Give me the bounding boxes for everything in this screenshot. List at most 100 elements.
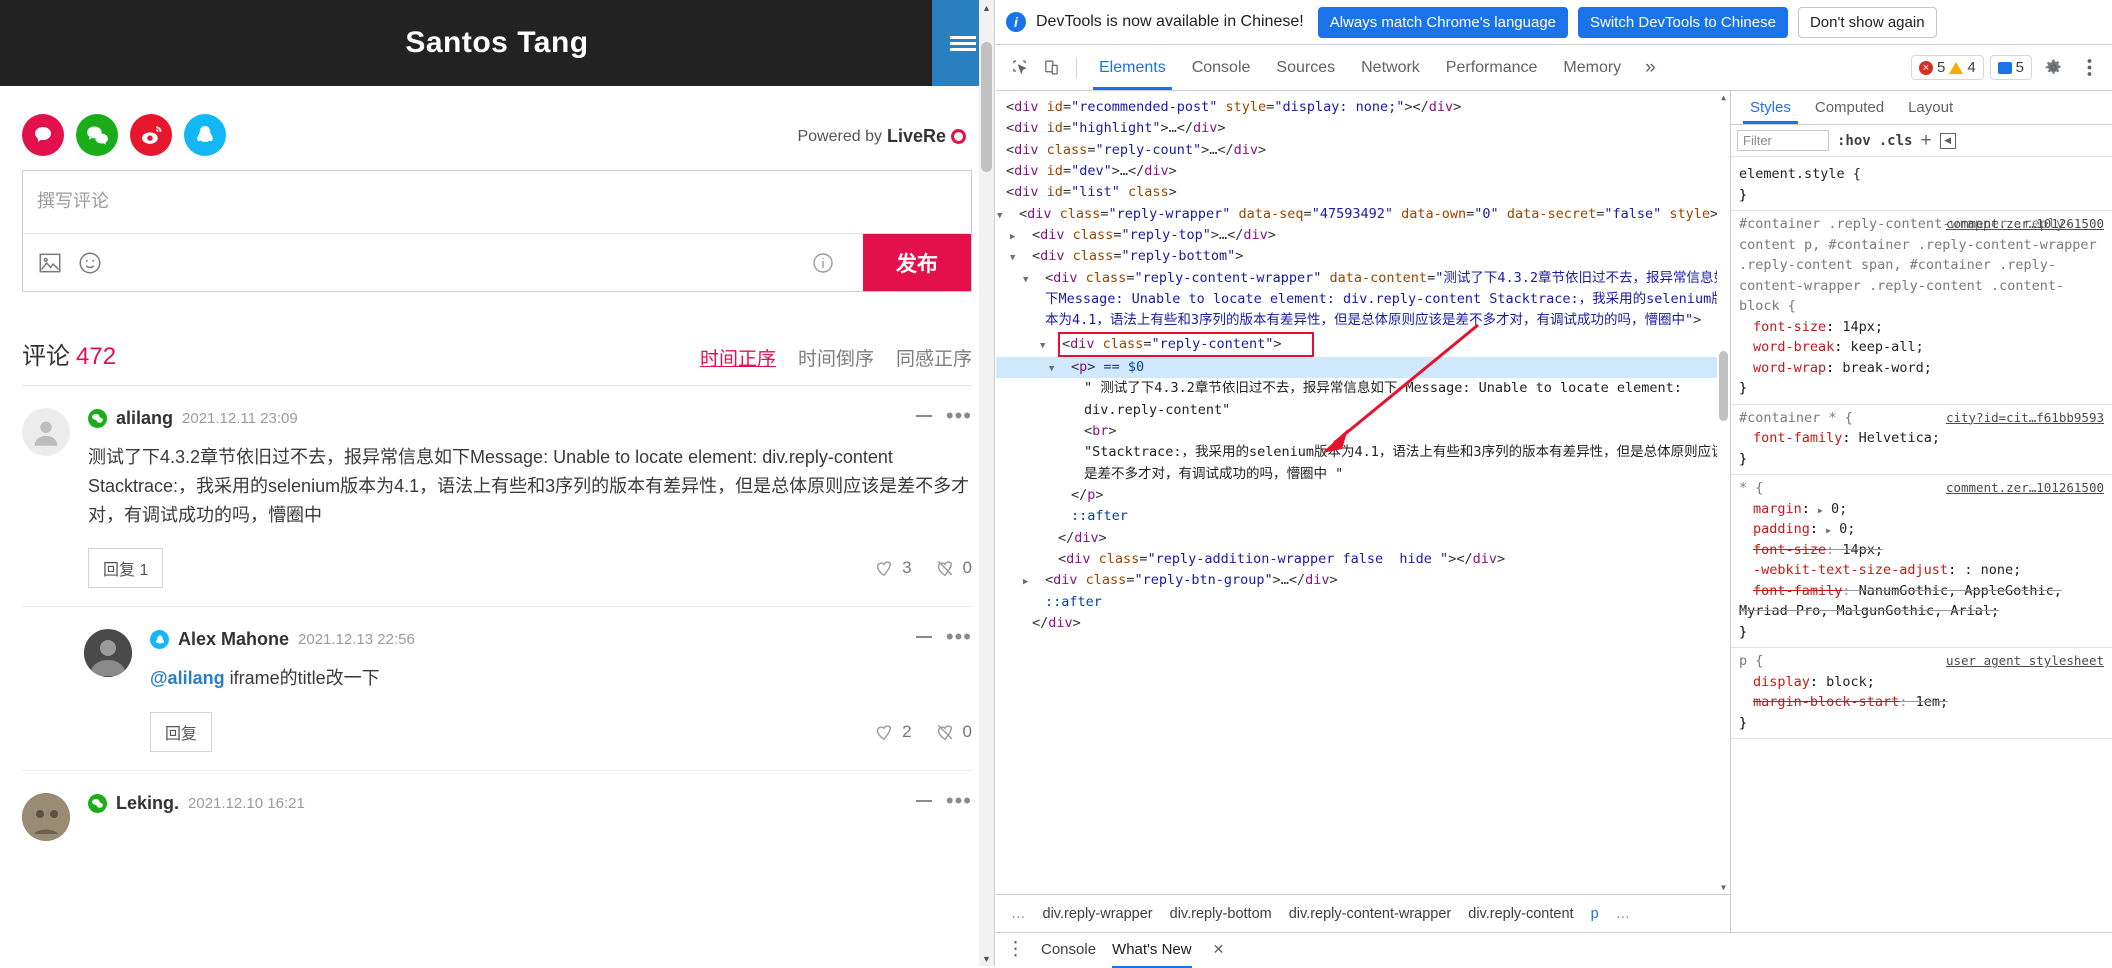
style-selector[interactable]: element.style {	[1739, 164, 2104, 185]
styles-rules-list[interactable]: element.style {} comment.zer…101261500 #co…	[1731, 157, 2112, 932]
publish-button[interactable]: 发布	[863, 234, 971, 291]
more-tabs-icon[interactable]: »	[1635, 57, 1666, 79]
dom-node[interactable]: </div>	[996, 528, 1730, 549]
collapse-icon[interactable]	[915, 636, 932, 639]
mention-link[interactable]: @alilang	[150, 668, 225, 688]
style-property[interactable]: display: block;	[1739, 672, 2104, 693]
tab-styles[interactable]: Styles	[1739, 91, 1802, 124]
comment-author[interactable]: Leking.	[116, 793, 179, 814]
emoji-icon[interactable]	[77, 250, 103, 276]
styles-filter-input[interactable]: Filter	[1737, 130, 1829, 151]
collapse-icon[interactable]	[915, 415, 932, 417]
message-counter[interactable]: 5	[1989, 55, 2032, 80]
page-scrollbar[interactable]: ▲ ▼	[979, 0, 994, 966]
style-rule[interactable]: element.style {}	[1731, 161, 2112, 212]
comment-author[interactable]: Alex Mahone	[178, 629, 289, 650]
style-source-link[interactable]: comment.zer…101261500	[1946, 478, 2104, 497]
dom-node[interactable]: "Stacktrace:，我采用的selenium版本为4.1，语法上有些和3序…	[996, 442, 1730, 485]
style-property[interactable]: -webkit-text-size-adjust: : none;	[1739, 560, 2104, 581]
avatar[interactable]	[22, 408, 70, 456]
dom-node[interactable]: <div class="reply-addition-wrapper false…	[996, 549, 1730, 570]
more-options-icon[interactable]: •••	[946, 626, 972, 648]
breadcrumb-item[interactable]: p	[1584, 903, 1606, 925]
dom-node[interactable]: ▶<div id="dev">…</div>	[996, 161, 1730, 182]
dom-node[interactable]: ▶ <div class="reply-btn-group">…</div>	[996, 570, 1730, 591]
dom-node[interactable]: ▼ <div class="reply-bottom">	[996, 246, 1730, 267]
device-toolbar-icon[interactable]	[1036, 53, 1066, 83]
wechat-login-icon[interactable]	[76, 114, 118, 156]
tab-sources[interactable]: Sources	[1264, 45, 1347, 90]
dom-scroll-up-arrow[interactable]: ▲	[1717, 91, 1730, 104]
dom-scrollbar-thumb[interactable]	[1719, 351, 1728, 421]
collapse-sidebar-icon[interactable]: ◀	[1939, 132, 1956, 149]
comment-input[interactable]: 撰写评论	[23, 171, 971, 233]
style-rule[interactable]: city?id=cit…f61bb9593 #container * {font-…	[1731, 405, 2112, 476]
dom-node[interactable]: <br>	[996, 421, 1730, 442]
style-rule[interactable]: user agent stylesheet p {display: block; m…	[1731, 648, 2112, 740]
hover-state-toggle[interactable]: :hov	[1837, 133, 1871, 149]
tab-memory[interactable]: Memory	[1551, 45, 1633, 90]
dom-node[interactable]: ▶ <div class="reply-top">…</div>	[996, 225, 1730, 246]
dislike-button[interactable]: 0	[934, 721, 972, 743]
gear-icon[interactable]	[2038, 53, 2068, 83]
powered-by-livere[interactable]: Powered by LiveRe	[797, 126, 966, 147]
more-options-icon[interactable]: •••	[946, 789, 972, 811]
style-source-link[interactable]: comment.zer…101261500	[1946, 214, 2104, 233]
style-property[interactable]: margin-block-start: 1em;	[1739, 692, 2104, 713]
style-property[interactable]: word-break: keep-all;	[1739, 337, 2104, 358]
qq-login-icon[interactable]	[184, 114, 226, 156]
tab-elements[interactable]: Elements	[1087, 45, 1178, 90]
dom-scroll-down-arrow[interactable]: ▼	[1717, 881, 1730, 894]
dom-node[interactable]: " 测试了下4.3.2章节依旧过不去，报异常信息如下 Message: Unab…	[996, 378, 1730, 421]
dom-node[interactable]: </p>	[996, 485, 1730, 506]
like-button[interactable]: 3	[873, 557, 912, 579]
style-source-link[interactable]: city?id=cit…f61bb9593	[1946, 408, 2104, 427]
collapse-icon[interactable]	[915, 799, 932, 802]
style-property[interactable]: font-family: Helvetica;	[1739, 428, 2104, 449]
like-button[interactable]: 2	[873, 721, 912, 743]
style-rule[interactable]: comment.zer…101261500 * {margin: ▶ 0; padd…	[1731, 475, 2112, 649]
weibo-login-icon[interactable]	[130, 114, 172, 156]
livere-login-icon[interactable]	[22, 114, 64, 156]
breadcrumb-item[interactable]: …	[1609, 903, 1638, 925]
dom-node[interactable]: ▼ <div class="reply-content-wrapper" data…	[996, 268, 1730, 332]
dom-node[interactable]: <div id="recommended-post" style="displa…	[996, 97, 1730, 118]
breadcrumb-item[interactable]: …	[1004, 903, 1033, 925]
sort-time-asc[interactable]: 时间正序	[700, 344, 776, 371]
breadcrumb-item[interactable]: div.reply-content-wrapper	[1282, 903, 1459, 925]
style-property[interactable]: word-wrap: break-word;	[1739, 358, 2104, 379]
scroll-down-arrow[interactable]: ▼	[979, 951, 994, 966]
dom-node[interactable]: ▼<div id="list" class>	[996, 182, 1730, 203]
image-icon[interactable]	[37, 250, 63, 276]
drawer-tab-whats-new[interactable]: What's New	[1112, 941, 1192, 968]
dom-node[interactable]: ::after	[996, 506, 1730, 527]
error-warning-counter[interactable]: × 5 4	[1910, 55, 1984, 80]
new-style-rule-button[interactable]: +	[1920, 130, 1931, 152]
style-rule[interactable]: comment.zer…101261500 #container .reply-c…	[1731, 211, 2112, 405]
style-property[interactable]: font-size: 14px;	[1739, 317, 2104, 338]
dom-node[interactable]: ▶<div class="reply-count">…</div>	[996, 140, 1730, 161]
inspect-element-icon[interactable]	[1004, 53, 1034, 83]
style-property[interactable]: font-family: NanumGothic, AppleGothic, M…	[1739, 581, 2104, 622]
close-icon[interactable]: ✕	[1213, 941, 1225, 958]
tab-network[interactable]: Network	[1349, 45, 1432, 90]
dom-node[interactable]: </div>	[996, 613, 1730, 634]
breadcrumb-item[interactable]: div.reply-wrapper	[1036, 903, 1160, 925]
dom-node[interactable]: ▼ <p> == $0	[996, 356, 1730, 379]
dom-node[interactable]: ▶<div id="highlight">…</div>	[996, 118, 1730, 139]
sort-likes[interactable]: 同感正序	[896, 344, 972, 371]
dom-scrollbar[interactable]: ▲ ▼	[1717, 91, 1730, 894]
scrollbar-thumb[interactable]	[981, 42, 992, 172]
style-property[interactable]: margin: ▶ 0;	[1739, 499, 2104, 520]
scroll-up-arrow[interactable]: ▲	[979, 0, 994, 15]
drawer-tab-console[interactable]: Console	[1041, 941, 1096, 958]
kebab-menu-icon[interactable]	[2074, 53, 2104, 83]
switch-to-chinese-button[interactable]: Switch DevTools to Chinese	[1578, 6, 1788, 38]
kebab-menu-icon[interactable]: ⋮	[1006, 940, 1025, 959]
dom-node[interactable]: ::after	[996, 592, 1730, 613]
style-property[interactable]: font-size: 14px;	[1739, 540, 2104, 561]
dom-node[interactable]: ▼ <div class="reply-wrapper" data-seq="47…	[996, 204, 1730, 225]
dislike-button[interactable]: 0	[934, 557, 972, 579]
info-icon[interactable]	[811, 251, 835, 275]
more-options-icon[interactable]: •••	[946, 405, 972, 427]
